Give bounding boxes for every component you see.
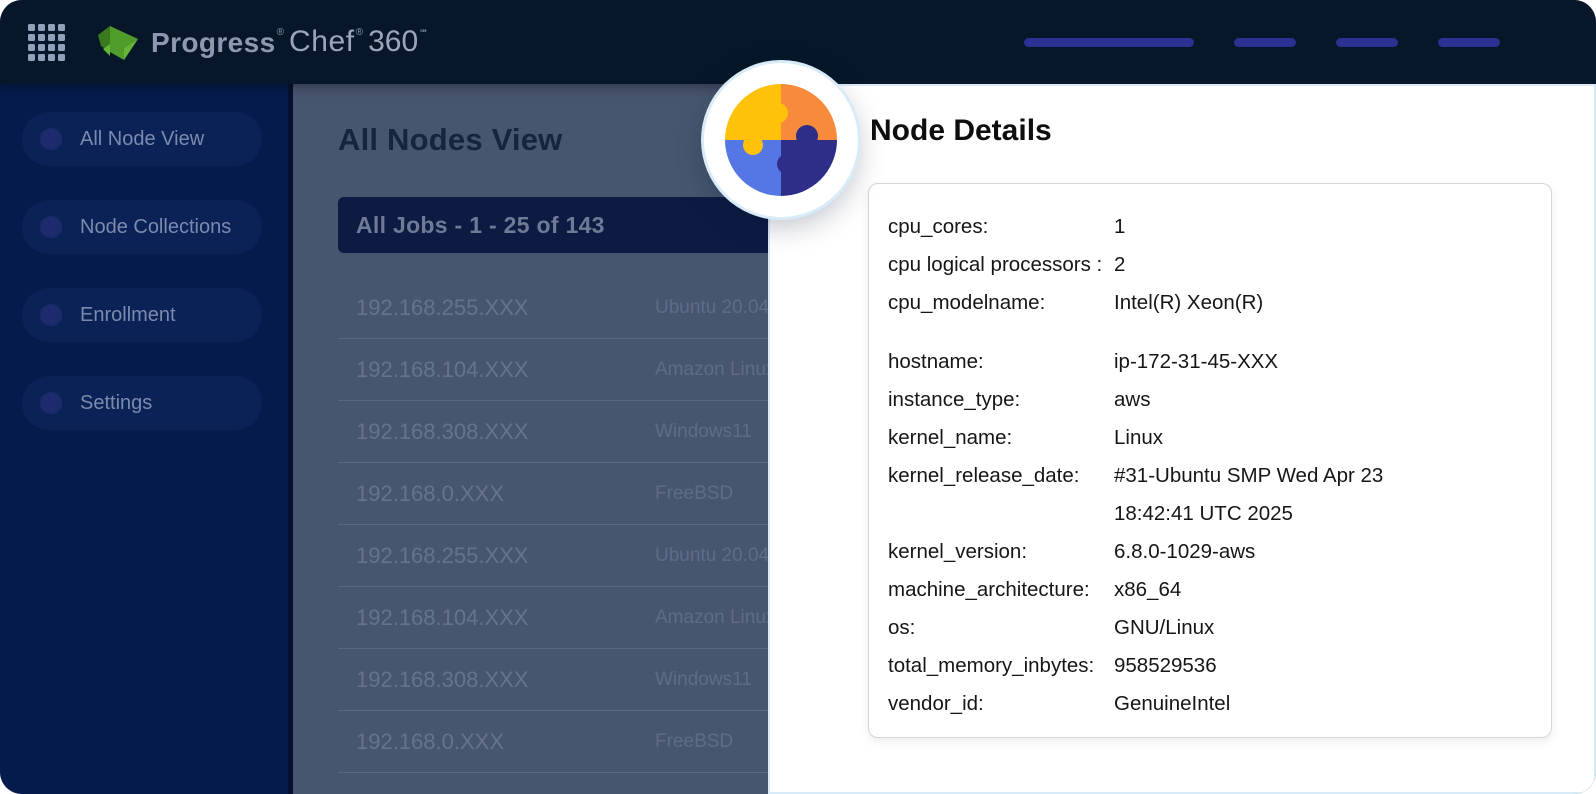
detail-label: cpu_modelname: — [888, 284, 1114, 322]
node-os-cell: Ubuntu 20.04 — [655, 297, 769, 319]
node-details-card: cpu_cores: 1 cpu logical processors : 2 … — [868, 183, 1552, 738]
jobs-summary-label: All Jobs - 1 - 25 of 143 — [356, 212, 605, 239]
detail-row: cpu_modelname: Intel(R) Xeon(R) — [888, 284, 1551, 322]
detail-value: 6.8.0-1029-aws — [1114, 533, 1255, 571]
nav-placeholder-bar[interactable] — [1438, 38, 1500, 47]
detail-value: 958529536 — [1114, 647, 1217, 685]
detail-label: os: — [888, 609, 1114, 647]
detail-label: kernel_version: — [888, 533, 1114, 571]
brand-chef: Chef — [289, 27, 355, 57]
sidebar-item-all-node-view[interactable]: All Node View — [22, 112, 262, 166]
nav-placeholder-bar[interactable] — [1024, 38, 1194, 47]
node-ip-cell: 192.168.0.XXX — [356, 481, 655, 507]
node-ip-cell: 192.168.0.XXX — [356, 729, 655, 755]
node-ip-cell: 192.168.255.XXX — [356, 543, 655, 569]
menu-bullet-icon — [40, 216, 62, 238]
node-ip-cell: 192.168.104.XXX — [356, 605, 655, 631]
detail-label: kernel_release_date: — [888, 457, 1114, 533]
sidebar: All Node View Node Collections Enrollmen… — [0, 84, 293, 794]
detail-label: cpu logical processors : — [888, 246, 1114, 284]
detail-row: kernel_name: Linux — [888, 419, 1551, 457]
brand-reg-mark: ® — [277, 28, 284, 38]
detail-row: total_memory_inbytes: 958529536 — [888, 647, 1551, 685]
detail-label: machine_architecture: — [888, 571, 1114, 609]
node-os-cell: Ubuntu 20.04 — [655, 545, 769, 567]
node-ip-cell: 192.168.308.XXX — [356, 419, 655, 445]
sidebar-item-label: All Node View — [80, 128, 204, 151]
node-os-cell: FreeBSD — [655, 483, 733, 505]
detail-value: #31-Ubuntu SMP Wed Apr 23 18:42:41 UTC 2… — [1114, 457, 1383, 533]
node-ip-cell: 192.168.255.XXX — [356, 295, 655, 321]
detail-row: cpu logical processors : 2 — [888, 246, 1551, 284]
spotlight-circle — [704, 63, 858, 217]
progress-chef-360-logo: Progress ® Chef ® 360 ℠ — [97, 23, 428, 61]
node-os-cell: FreeBSD — [655, 731, 733, 753]
detail-label: instance_type: — [888, 381, 1114, 419]
menu-bullet-icon — [40, 128, 62, 150]
nav-placeholder-bar[interactable] — [1336, 38, 1398, 47]
node-os-cell: Windows11 — [655, 669, 752, 691]
detail-row: machine_architecture: x86_64 — [888, 571, 1551, 609]
detail-row: hostname: ip-172-31-45-XXX — [888, 343, 1551, 381]
node-ip-cell: 192.168.308.XXX — [356, 667, 655, 693]
progress-logo-icon — [97, 25, 141, 61]
brand-sm-mark: ℠ — [419, 29, 428, 38]
detail-row: vendor_id: GenuineIntel — [888, 685, 1551, 723]
app-launcher-grid-icon[interactable] — [28, 24, 65, 61]
sidebar-item-label: Settings — [80, 392, 152, 415]
detail-row: kernel_version: 6.8.0-1029-aws — [888, 533, 1551, 571]
detail-value: aws — [1114, 381, 1150, 419]
detail-label: cpu_cores: — [888, 208, 1114, 246]
detail-value: ip-172-31-45-XXX — [1114, 343, 1278, 381]
detail-row: os: GNU/Linux — [888, 609, 1551, 647]
sidebar-item-enrollment[interactable]: Enrollment — [22, 288, 262, 342]
brand-progress: Progress — [151, 29, 276, 57]
brand-reg-mark: ® — [356, 28, 363, 38]
detail-value: Intel(R) Xeon(R) — [1114, 284, 1263, 322]
node-details-panel: Node Details cpu_cores: 1 cpu logical pr… — [768, 84, 1596, 794]
nav-placeholder-bar[interactable] — [1234, 38, 1296, 47]
node-os-cell: Windows11 — [655, 421, 752, 443]
puzzle-logo-icon — [725, 84, 837, 196]
detail-label: vendor_id: — [888, 685, 1114, 723]
sidebar-item-label: Node Collections — [80, 216, 231, 239]
detail-value: GNU/Linux — [1114, 609, 1214, 647]
detail-value: 2 — [1114, 246, 1125, 284]
detail-value: Linux — [1114, 419, 1163, 457]
menu-bullet-icon — [40, 392, 62, 414]
node-details-title: Node Details — [870, 112, 1052, 150]
brand-suite-360: 360 — [368, 27, 418, 57]
top-nav-placeholder-group — [1024, 38, 1500, 47]
detail-value: 1 — [1114, 208, 1125, 246]
detail-label: total_memory_inbytes: — [888, 647, 1114, 685]
detail-row: kernel_release_date: #31-Ubuntu SMP Wed … — [888, 457, 1551, 533]
sidebar-item-settings[interactable]: Settings — [22, 376, 262, 430]
detail-row: instance_type: aws — [888, 381, 1551, 419]
detail-value: x86_64 — [1114, 571, 1181, 609]
detail-label: kernel_name: — [888, 419, 1114, 457]
sidebar-item-node-collections[interactable]: Node Collections — [22, 200, 262, 254]
detail-row: cpu_cores: 1 — [888, 208, 1551, 246]
sidebar-item-label: Enrollment — [80, 304, 176, 327]
detail-value: GenuineIntel — [1114, 685, 1230, 723]
menu-bullet-icon — [40, 304, 62, 326]
app-window: Progress ® Chef ® 360 ℠ All Node View No… — [0, 0, 1596, 794]
detail-label: hostname: — [888, 343, 1114, 381]
node-ip-cell: 192.168.104.XXX — [356, 357, 655, 383]
